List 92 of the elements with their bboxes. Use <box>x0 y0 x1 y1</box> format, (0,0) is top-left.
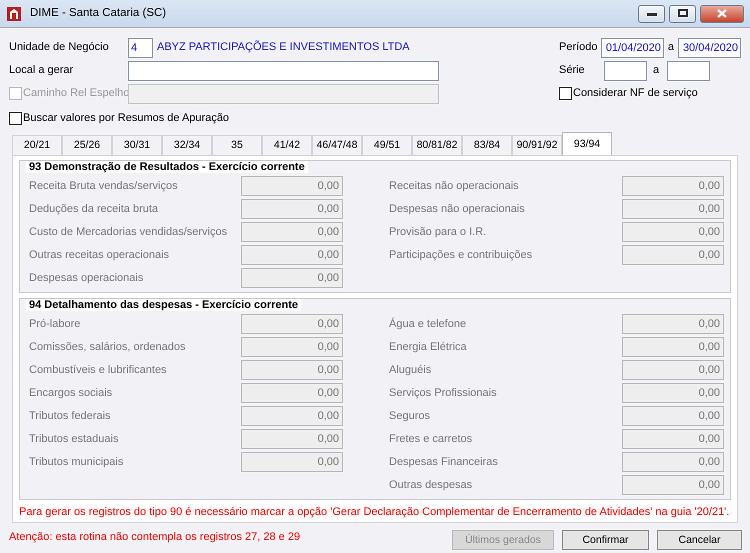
field-label: Fretes e carretos <box>389 432 474 448</box>
tab[interactable]: 83/84 <box>462 135 512 155</box>
amount-field[interactable]: 0,00 <box>241 383 343 404</box>
tab[interactable]: 90/91/92 <box>512 135 562 155</box>
field-label: Pró-labore <box>29 317 82 332</box>
amount-field[interactable]: 0,00 <box>241 222 343 242</box>
field-label: Água e telefone <box>389 316 468 332</box>
tab[interactable]: 20/21 <box>12 135 62 155</box>
amount-field[interactable]: 0,00 <box>241 245 343 266</box>
series-field[interactable] <box>604 60 647 80</box>
amount-field[interactable]: 0,00 <box>241 199 343 220</box>
tab[interactable]: 32/34 <box>162 135 212 155</box>
group-title: 93 Demonstração de Resultados - Exercício corrente <box>26 161 308 173</box>
field-label: Provisão para o I.R. <box>389 225 488 240</box>
unit-code-field[interactable]: 4 <box>128 38 153 58</box>
warning-text: Atenção: esta rotina não contempla os registros 27, 28 e 29 <box>9 530 300 544</box>
field-label: Tributos municipais <box>29 455 124 470</box>
separator-label: a <box>652 64 660 78</box>
field-label: Encargos sociais <box>29 386 114 402</box>
tab[interactable]: 46/47/48 <box>312 135 362 155</box>
maximize-button[interactable] <box>669 4 696 22</box>
amount-field[interactable]: 0,00 <box>622 406 724 426</box>
field-label: Período <box>559 40 599 54</box>
checkbox-label: Buscar valores por Resumos de Apuração <box>23 112 230 126</box>
field-label: Unidade de Negócio <box>9 40 110 54</box>
amount-field[interactable]: 0,00 <box>622 222 724 242</box>
field-label: Despesas não operacionais <box>389 202 526 218</box>
field-label: Tributos estaduais <box>29 432 120 448</box>
field-label: Deduções da receita bruta <box>29 202 160 218</box>
notice-text: Para gerar os registros do tipo 90 é necessário marcar a opção 'Gerar Declaração Complementar de Encerramento de Atividades' na guia '20/21'. <box>19 505 730 520</box>
amount-field[interactable]: 0,00 <box>241 314 343 334</box>
field-label: Série <box>559 64 586 78</box>
amount-field[interactable]: 0,00 <box>622 429 724 450</box>
minimize-icon <box>646 10 656 16</box>
field-label: Local a gerar <box>9 64 74 78</box>
field-label: Receitas não operacionais <box>389 179 520 194</box>
amount-field[interactable]: 0,00 <box>241 452 343 472</box>
field-label: Despesas operacionais <box>29 271 144 286</box>
amount-field[interactable]: 0,00 <box>622 176 724 196</box>
amount-field[interactable]: 0,00 <box>622 452 724 472</box>
field-label: Energia Elétrica <box>389 340 468 356</box>
local-field[interactable] <box>128 60 439 80</box>
window-title: DIME - Santa Cataria (SC) <box>30 6 166 20</box>
amount-field[interactable]: 0,00 <box>241 268 343 288</box>
amount-field[interactable]: 0,00 <box>622 199 724 220</box>
amount-field[interactable]: 0,00 <box>241 429 343 450</box>
group-title: 94 Detalhamento das despesas - Exercício corrente <box>26 299 302 312</box>
date-field[interactable]: 30/04/2020 <box>678 38 741 58</box>
field-label: Participações e contribuições <box>389 248 534 264</box>
field-label: Receita Bruta vendas/serviços <box>29 179 179 194</box>
tab[interactable]: 41/42 <box>262 135 312 155</box>
amount-field[interactable]: 0,00 <box>622 475 724 496</box>
series-field[interactable] <box>667 60 710 80</box>
amount-field[interactable]: 0,00 <box>622 245 724 266</box>
field-label: Outras despesas <box>389 478 474 494</box>
separator-label: a <box>666 40 675 54</box>
minimize-button[interactable] <box>638 4 665 22</box>
field-label: Comissões, salários, ordenados <box>29 340 187 356</box>
field-label: Combustíveis e lubrificantes <box>29 363 168 378</box>
amount-field[interactable]: 0,00 <box>241 360 343 380</box>
app-icon <box>6 6 22 22</box>
service-checkbox[interactable] <box>559 87 572 100</box>
checkbox-label: Caminho Rel Espelho <box>23 86 130 100</box>
maximize-icon <box>678 9 688 17</box>
amount-field[interactable]: 0,00 <box>622 383 724 404</box>
tab[interactable]: 35 <box>212 135 262 155</box>
summaries-checkbox[interactable] <box>9 112 22 125</box>
tab[interactable]: 30/31 <box>112 135 162 155</box>
field-label: Outras receitas operacionais <box>29 248 170 264</box>
dialog-button[interactable]: Confirmar <box>562 530 649 550</box>
close-button[interactable] <box>700 4 744 22</box>
field-label: Despesas Financeiras <box>389 455 499 470</box>
amount-field[interactable]: 0,00 <box>241 337 343 358</box>
unit-name: ABYZ PARTICIPAÇÕES E INVESTIMENTOS LTDA <box>157 40 410 54</box>
tab[interactable]: 80/81/82 <box>412 135 462 155</box>
tab[interactable]: 49/51 <box>362 135 412 155</box>
amount-field[interactable]: 0,00 <box>622 337 724 358</box>
field-label: Custo de Mercadorias vendidas/serviços <box>29 225 228 240</box>
tab[interactable]: 25/26 <box>62 135 112 155</box>
checkbox-label: Considerar NF de serviço <box>573 86 698 100</box>
amount-field[interactable]: 0,00 <box>241 176 343 196</box>
field-label: Tributos federais <box>29 409 112 424</box>
tab[interactable]: 93/94 <box>562 132 612 155</box>
amount-field[interactable]: 0,00 <box>241 406 343 426</box>
field-label: Seguros <box>389 409 431 424</box>
dialog-button[interactable]: Cancelar <box>657 530 742 550</box>
amount-field[interactable]: 0,00 <box>622 360 724 380</box>
amount-field[interactable]: 0,00 <box>622 314 724 334</box>
field-label: Serviços Profissionais <box>389 386 498 402</box>
date-field[interactable]: 01/04/2020 <box>600 38 664 58</box>
field-label: Aluguéis <box>389 363 432 378</box>
close-icon <box>717 8 727 18</box>
